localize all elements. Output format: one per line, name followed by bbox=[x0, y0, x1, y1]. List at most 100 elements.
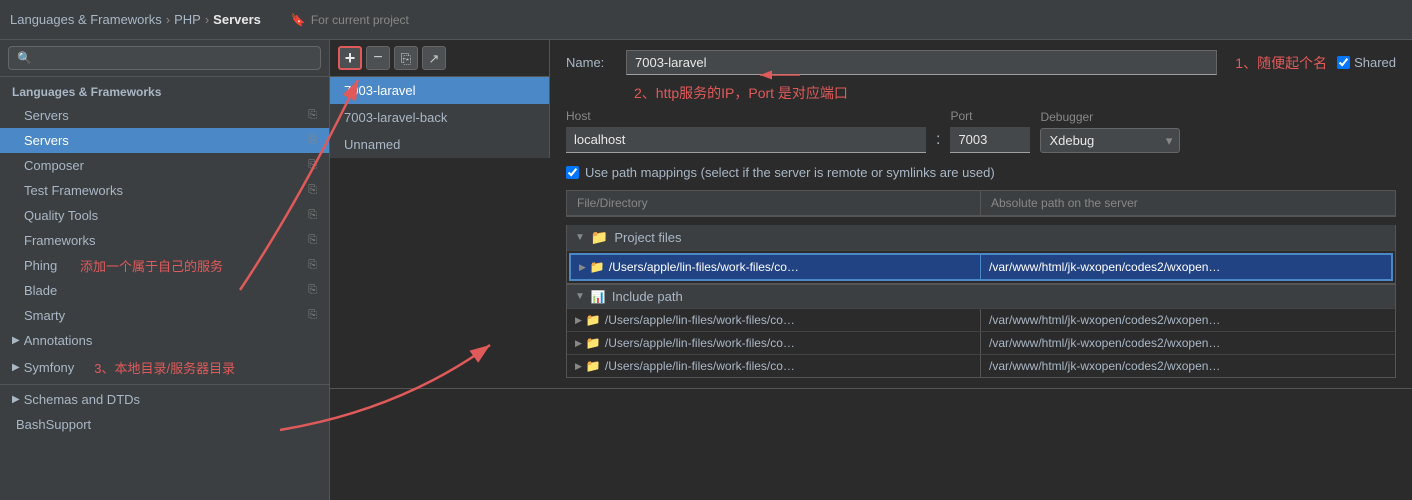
sidebar-group-schemas[interactable]: ▶ Schemas and DTDs bbox=[0, 387, 329, 412]
breadcrumb: Languages & Frameworks › PHP › Servers bbox=[10, 12, 261, 27]
sidebar: Languages & Frameworks Servers ⎘ Servers… bbox=[0, 40, 330, 500]
sidebar-item-label-blade: Blade bbox=[24, 283, 57, 298]
include-row-2-left: ▶ 📁 /Users/apple/lin-files/work-files/co… bbox=[567, 355, 981, 377]
remove-server-button[interactable]: − bbox=[366, 46, 390, 70]
include-path-section: ▼ 📊 Include path ▶ 📁 /Users/apple/lin-fi… bbox=[566, 284, 1396, 378]
include-remote-0: /var/www/html/jk-wxopen/codes2/wxopen… bbox=[989, 313, 1220, 327]
port-label: Port bbox=[950, 109, 1030, 123]
active-servers-label: Servers bbox=[24, 133, 69, 148]
annotation-name: 1、随便起个名 bbox=[1235, 53, 1327, 73]
port-section: Port bbox=[950, 109, 1030, 153]
host-label: Host bbox=[566, 109, 926, 123]
include-path-label: Include path bbox=[612, 289, 683, 304]
sidebar-item-label-servers: Servers bbox=[24, 108, 69, 123]
sidebar-item-test-frameworks[interactable]: Test Frameworks ⎘ bbox=[0, 178, 329, 203]
tri-icon-project: ▼ bbox=[575, 232, 585, 243]
sidebar-search-area bbox=[0, 40, 329, 77]
path-mapping-checkbox[interactable] bbox=[566, 166, 579, 179]
sidebar-item-phing[interactable]: Phing 添加一个属于自己的服务 ⎘ bbox=[0, 253, 329, 278]
sidebar-item-frameworks[interactable]: Frameworks ⎘ bbox=[0, 228, 329, 253]
project-files-header[interactable]: ▼ 📁 Project files bbox=[567, 225, 1395, 251]
name-row: Name: 1、随便起个名 Shared bbox=[566, 50, 1396, 75]
move-server-button[interactable]: ↗ bbox=[422, 46, 446, 70]
folder-icon-project: 📁 bbox=[591, 229, 608, 246]
copy-icon-testfw: ⎘ bbox=[308, 184, 317, 197]
shared-checkbox: Shared bbox=[1337, 55, 1396, 70]
breadcrumb-item-2[interactable]: PHP bbox=[174, 12, 201, 27]
copy-icon-phing: ⎘ bbox=[308, 259, 317, 272]
port-input[interactable] bbox=[950, 127, 1030, 153]
sidebar-header: Languages & Frameworks bbox=[0, 77, 329, 103]
sidebar-group-annotations[interactable]: ▶ Annotations bbox=[0, 328, 329, 353]
project-files-label: Project files bbox=[614, 230, 681, 245]
sidebar-item-smarty[interactable]: Smarty ⎘ bbox=[0, 303, 329, 328]
annotation-http: 2、http服务的IP，Port 是对应端口 bbox=[634, 85, 848, 101]
breadcrumb-item-3[interactable]: Servers bbox=[213, 12, 261, 27]
sidebar-item-label-frameworks: Frameworks bbox=[24, 233, 96, 248]
include-folder-1: 📁 bbox=[586, 336, 601, 350]
path-mapping-checkbox-row: Use path mappings (select if the server … bbox=[566, 165, 1396, 180]
include-path-header[interactable]: ▼ 📊 Include path bbox=[567, 284, 1395, 309]
include-row-0-right: /var/www/html/jk-wxopen/codes2/wxopen… bbox=[981, 309, 1395, 331]
server-panel-top: + − ⎘ ↗ 7003-laravel 7003-laravel-back U… bbox=[330, 40, 1412, 389]
server-toolbar: + − ⎘ ↗ bbox=[330, 40, 549, 77]
sidebar-group-label-annotations: Annotations bbox=[24, 333, 93, 348]
shared-label: Shared bbox=[1354, 55, 1396, 70]
copy-icon-active: ⎘ bbox=[308, 134, 317, 147]
arrow-icon-annotations: ▶ bbox=[12, 335, 20, 346]
include-row-0: ▶ 📁 /Users/apple/lin-files/work-files/co… bbox=[567, 309, 1395, 332]
copy-icon-servers: ⎘ bbox=[308, 109, 317, 122]
sidebar-item-blade[interactable]: Blade ⎘ bbox=[0, 278, 329, 303]
sidebar-item-servers-active[interactable]: Servers ⎘ bbox=[0, 128, 329, 153]
include-row-1-left: ▶ 📁 /Users/apple/lin-files/work-files/co… bbox=[567, 332, 981, 354]
debugger-wrapper: Xdebug Zend Debugger bbox=[1040, 128, 1180, 153]
debugger-label: Debugger bbox=[1040, 110, 1180, 124]
include-folder-0: 📁 bbox=[586, 313, 601, 327]
sidebar-item-label-testfw: Test Frameworks bbox=[24, 183, 123, 198]
col-absolute-header: Absolute path on the server bbox=[981, 191, 1395, 216]
bar-chart-icon: 📊 bbox=[591, 290, 606, 304]
main-layout: Languages & Frameworks Servers ⎘ Servers… bbox=[0, 40, 1412, 500]
shared-checkbox-input[interactable] bbox=[1337, 56, 1350, 69]
row-folder-icon: 📁 bbox=[590, 260, 605, 274]
search-input[interactable] bbox=[8, 46, 321, 70]
project-files-section: ▼ 📁 Project files ▶ 📁 /Users/apple/lin-f… bbox=[566, 225, 1396, 284]
colon-separator: : bbox=[936, 131, 940, 153]
sidebar-group-label-symfony: Symfony bbox=[24, 360, 75, 375]
for-current-project: 🔖 For current project bbox=[291, 13, 409, 27]
include-row-2: ▶ 📁 /Users/apple/lin-files/work-files/co… bbox=[567, 355, 1395, 377]
top-bar: Languages & Frameworks › PHP › Servers 🔖… bbox=[0, 0, 1412, 40]
sidebar-item-label-quality: Quality Tools bbox=[24, 208, 98, 223]
sidebar-item-composer[interactable]: Composer ⎘ bbox=[0, 153, 329, 178]
annotation-2-row: 2、http服务的IP，Port 是对应端口 bbox=[626, 83, 1396, 103]
copy-server-button[interactable]: ⎘ bbox=[394, 46, 418, 70]
sidebar-item-servers[interactable]: Servers ⎘ bbox=[0, 103, 329, 128]
include-row-1: ▶ 📁 /Users/apple/lin-files/work-files/co… bbox=[567, 332, 1395, 355]
sidebar-group-symfony[interactable]: ▶ Symfony 3、本地目录/服务器目录 bbox=[0, 353, 329, 382]
server-list-column: + − ⎘ ↗ 7003-laravel 7003-laravel-back U… bbox=[330, 40, 550, 158]
name-input[interactable] bbox=[626, 50, 1217, 75]
tri-icon-include: ▼ bbox=[575, 291, 585, 302]
include-tri-2: ▶ bbox=[575, 361, 582, 372]
sidebar-item-quality-tools[interactable]: Quality Tools ⎘ bbox=[0, 203, 329, 228]
debugger-select[interactable]: Xdebug Zend Debugger bbox=[1040, 128, 1180, 153]
sidebar-item-bashsupport[interactable]: BashSupport bbox=[0, 412, 329, 437]
server-list-item-1[interactable]: 7003-laravel-back bbox=[330, 104, 549, 131]
project-file-remote-path: /var/www/html/jk-wxopen/codes2/wxopen… bbox=[989, 260, 1220, 274]
annotation-add-service: 添加一个属于自己的服务 bbox=[80, 256, 223, 275]
copy-icon-composer: ⎘ bbox=[308, 159, 317, 172]
server-list-item-2[interactable]: Unnamed bbox=[330, 131, 549, 158]
host-input[interactable] bbox=[566, 127, 926, 153]
breadcrumb-sep-2: › bbox=[205, 12, 209, 27]
path-mapping-label: Use path mappings (select if the server … bbox=[585, 165, 995, 180]
server-list-item-0[interactable]: 7003-laravel bbox=[330, 77, 549, 104]
include-folder-2: 📁 bbox=[586, 359, 601, 373]
project-file-local-path: /Users/apple/lin-files/work-files/co… bbox=[609, 260, 799, 274]
breadcrumb-item-1[interactable]: Languages & Frameworks bbox=[10, 12, 162, 27]
project-file-row-selected[interactable]: ▶ 📁 /Users/apple/lin-files/work-files/co… bbox=[569, 253, 1393, 281]
copy-icon-blade: ⎘ bbox=[308, 284, 317, 297]
project-file-left-cell: ▶ 📁 /Users/apple/lin-files/work-files/co… bbox=[571, 255, 981, 279]
include-local-0: /Users/apple/lin-files/work-files/co… bbox=[605, 313, 795, 327]
copy-icon-smarty: ⎘ bbox=[308, 309, 317, 322]
add-server-button[interactable]: + bbox=[338, 46, 362, 70]
